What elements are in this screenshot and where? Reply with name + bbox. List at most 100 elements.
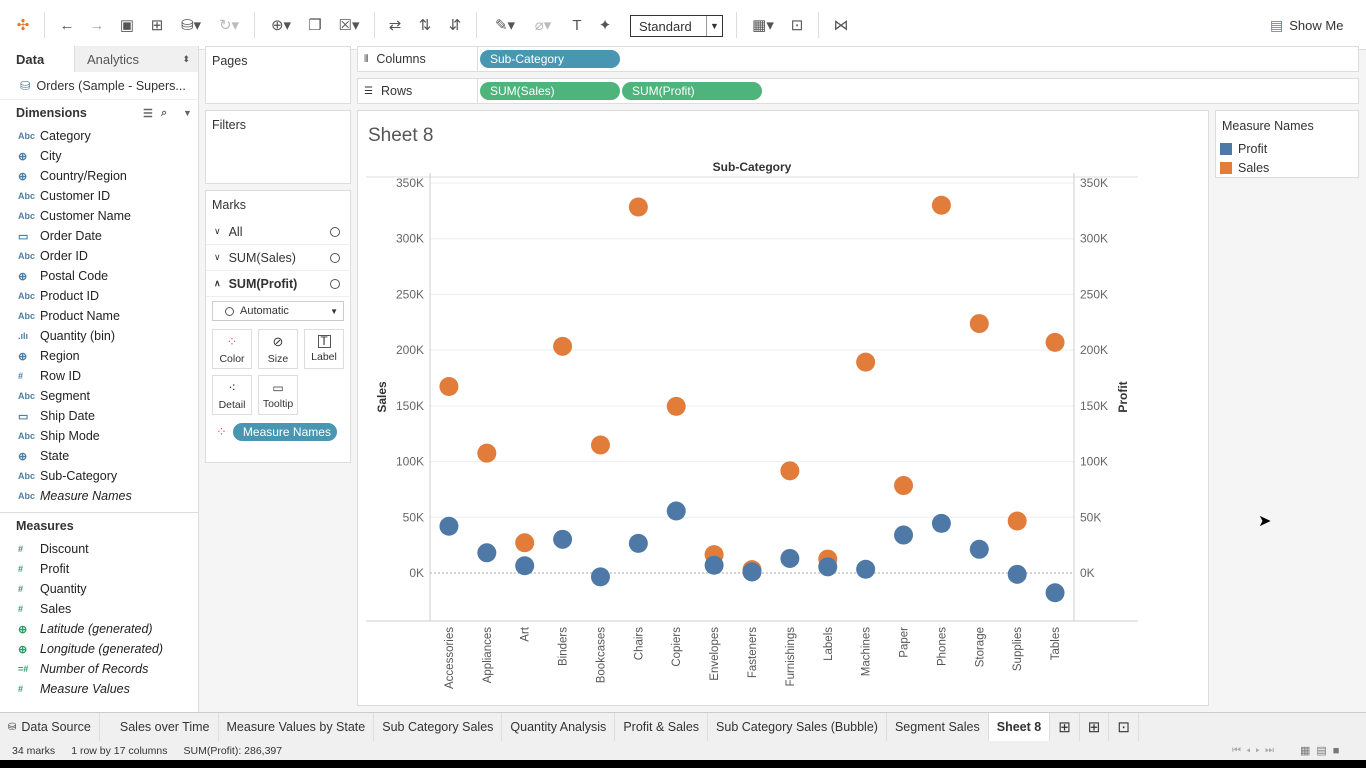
chevron-down-icon[interactable]: ▼ — [183, 108, 192, 118]
field-label: Discount — [40, 542, 89, 556]
dimension-field[interactable]: ▭ Order Date — [0, 226, 198, 246]
tableau-logo-icon[interactable]: ✣ — [12, 14, 34, 36]
tab-profit-sales[interactable]: Profit & Sales — [615, 712, 709, 742]
measure-field[interactable]: ⊕ Latitude (generated) — [0, 619, 198, 639]
tab-sales-over-time[interactable]: Sales over Time — [100, 712, 219, 742]
measure-field[interactable]: =# Number of Records — [0, 659, 198, 679]
y-tick-label: 50K — [403, 510, 424, 524]
measure-field[interactable]: # Sales — [0, 599, 198, 619]
dimension-field[interactable]: Abc Measure Names — [0, 486, 198, 506]
measure-field[interactable]: # Profit — [0, 559, 198, 579]
tab-sheet-8[interactable]: Sheet 8 — [988, 712, 1051, 742]
show-cards-icon[interactable]: ▦▾ — [746, 14, 780, 36]
measure-field[interactable]: # Discount — [0, 539, 198, 559]
new-story-icon[interactable]: ⊡ — [1109, 712, 1139, 742]
view-mode-icon[interactable]: ▦▤■ — [1300, 744, 1345, 757]
field-label: Latitude (generated) — [40, 622, 153, 636]
dimension-field[interactable]: ⊕ Region — [0, 346, 198, 366]
view-size-select[interactable]: Standard ▼ — [630, 15, 723, 37]
new-datasource-icon[interactable]: ⊞ — [146, 14, 168, 36]
save-icon[interactable]: ▣ — [116, 14, 138, 36]
new-worksheet-icon[interactable]: ⊞ — [1050, 712, 1080, 742]
dimension-field[interactable]: Abc Order ID — [0, 246, 198, 266]
measure-field[interactable]: ⊕ Longitude (generated) — [0, 639, 198, 659]
sheet-navigation-icon[interactable]: ⏮◂▸⏭ — [1232, 745, 1279, 756]
tab-segment-sales[interactable]: Segment Sales — [887, 712, 989, 742]
dimension-field[interactable]: Abc Product ID — [0, 286, 198, 306]
dimension-field[interactable]: ⊕ City — [0, 146, 198, 166]
legend-item[interactable]: Profit — [1216, 139, 1358, 158]
string-type-icon: Abc — [18, 251, 36, 261]
measure-field[interactable]: # Measure Values — [0, 679, 198, 699]
pages-card[interactable]: Pages — [205, 46, 351, 104]
datasource-item[interactable]: ⛁ Orders (Sample - Supers... — [0, 72, 198, 100]
dimension-field[interactable]: ⊕ Postal Code — [0, 266, 198, 286]
new-worksheet-icon[interactable]: ⊕▾ — [264, 14, 298, 36]
measure-names-pill[interactable]: Measure Names — [232, 423, 337, 441]
search-icon[interactable]: ⌕ — [161, 107, 167, 120]
dimension-field[interactable]: Abc Category — [0, 126, 198, 146]
sum-sales-pill[interactable]: SUM(Sales) — [480, 82, 620, 100]
tab-measure-values-by-state[interactable]: Measure Values by State — [219, 712, 375, 742]
color-encoding[interactable]: ⁘ Measure Names — [216, 423, 337, 441]
filters-card[interactable]: Filters — [205, 110, 351, 184]
tab-quantity-analysis[interactable]: Quantity Analysis — [502, 712, 616, 742]
share-icon[interactable]: ⋈ — [830, 14, 852, 36]
dimension-field[interactable]: Abc Product Name — [0, 306, 198, 326]
presentation-mode-icon[interactable]: ⊡ — [786, 14, 808, 36]
dimension-field[interactable]: ▭ Ship Date — [0, 406, 198, 426]
label-button[interactable]: T Label — [304, 329, 344, 369]
redo-icon[interactable]: → — [86, 14, 108, 36]
dimension-field[interactable]: .ılı Quantity (bin) — [0, 326, 198, 346]
dimension-field[interactable]: # Row ID — [0, 366, 198, 386]
refresh-icon[interactable]: ↻▾ — [212, 14, 246, 36]
mark-type-select[interactable]: Automatic ▼ — [212, 301, 344, 321]
tab-sub-category-sales[interactable]: Sub Category Sales — [374, 712, 503, 742]
fix-axes-icon[interactable]: ✦ — [594, 14, 616, 36]
pane-menu-icon[interactable]: ⬍ — [182, 54, 190, 65]
new-dashboard-icon[interactable]: ⊞ — [1080, 712, 1110, 742]
dimension-field[interactable]: ⊕ State — [0, 446, 198, 466]
color-button[interactable]: ⁘ Color — [212, 329, 252, 369]
sum-profit-pill[interactable]: SUM(Profit) — [622, 82, 762, 100]
pause-updates-icon[interactable]: ⛁▾ — [176, 14, 206, 36]
tab-data[interactable]: Data — [0, 46, 75, 72]
show-labels-icon[interactable]: T — [566, 14, 588, 36]
dimension-field[interactable]: Abc Sub-Category — [0, 466, 198, 486]
swap-rows-columns-icon[interactable]: ⇄ — [384, 14, 406, 36]
number-type-icon: # — [18, 684, 24, 694]
dimension-field[interactable]: ⊕ Country/Region — [0, 166, 198, 186]
number-type-icon: =# — [18, 664, 29, 674]
dimension-field[interactable]: Abc Customer Name — [0, 206, 198, 226]
legend-item[interactable]: Sales — [1216, 158, 1358, 177]
clear-sheet-icon[interactable]: ☒▾ — [332, 14, 366, 36]
measure-field[interactable]: # Quantity — [0, 579, 198, 599]
sort-descending-icon[interactable]: ⇵ — [444, 14, 466, 36]
tooltip-button[interactable]: ▭ Tooltip — [258, 375, 298, 415]
detail-button[interactable]: ⁖ Detail — [212, 375, 252, 415]
rows-shelf[interactable]: ☰ Rows SUM(Sales) SUM(Profit) — [357, 78, 1359, 104]
show-me-button[interactable]: ▤ Show Me — [1270, 14, 1343, 36]
tab-analytics[interactable]: Analytics ⬍ — [75, 46, 198, 72]
tab-sub-category-sales-bubble[interactable]: Sub Category Sales (Bubble) — [708, 712, 887, 742]
columns-shelf[interactable]: ⦀ Columns Sub-Category — [357, 46, 1359, 72]
view-list-icon[interactable]: ☰ — [143, 107, 153, 120]
size-button[interactable]: ⊘ Size — [258, 329, 298, 369]
dimension-field[interactable]: Abc Segment — [0, 386, 198, 406]
marks-sales[interactable]: ∨ SUM(Sales) — [206, 245, 350, 271]
sub-category-pill[interactable]: Sub-Category — [480, 50, 620, 68]
highlight-icon[interactable]: ✎▾ — [488, 14, 522, 36]
dimension-field[interactable]: Abc Customer ID — [0, 186, 198, 206]
undo-icon[interactable]: ← — [56, 14, 78, 36]
tab-data-source[interactable]: ⛁ Data Source — [0, 712, 100, 742]
marks-all[interactable]: ∨ All — [206, 219, 350, 245]
duplicate-sheet-icon[interactable]: ❐ — [304, 14, 326, 36]
number-type-icon: # — [18, 371, 24, 381]
sort-ascending-icon[interactable]: ⇅ — [414, 14, 436, 36]
group-members-icon[interactable]: ⌀▾ — [526, 14, 560, 36]
database-icon: ⛁ — [20, 79, 31, 93]
color-icon: ⁘ — [226, 333, 238, 349]
field-label: State — [40, 449, 70, 463]
marks-profit[interactable]: ∧ SUM(Profit) — [206, 271, 350, 297]
dimension-field[interactable]: Abc Ship Mode — [0, 426, 198, 446]
